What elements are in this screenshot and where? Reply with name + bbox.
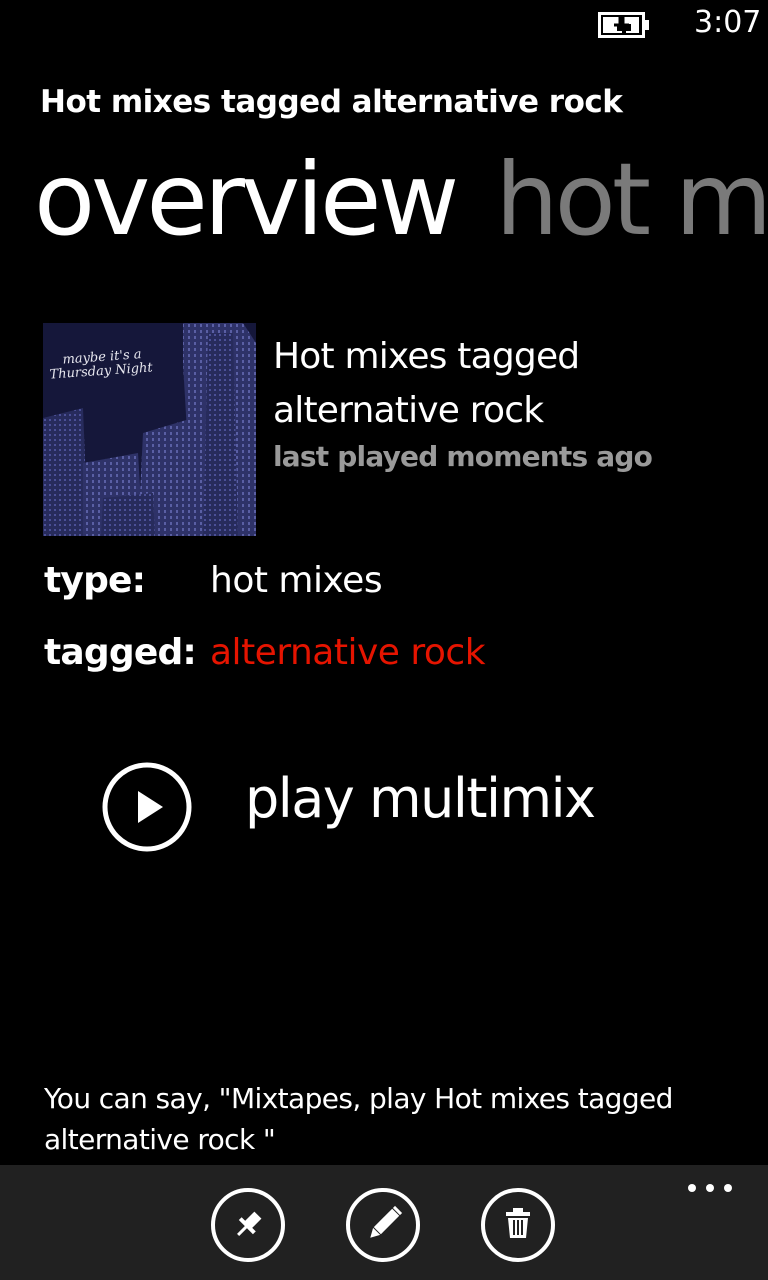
pin-icon[interactable]	[210, 1187, 286, 1263]
battery-charging-icon	[598, 12, 649, 38]
voice-command-hint: You can say, "Mixtapes, play Hot mixes t…	[44, 1082, 673, 1156]
edit-icon[interactable]	[345, 1187, 421, 1263]
pivot-header: overview hot m	[34, 140, 768, 260]
play-multimix-button[interactable]: play multimix	[245, 767, 596, 830]
pivot-tab-hot-mixes[interactable]: hot m	[495, 141, 768, 258]
play-circle-icon[interactable]	[102, 762, 192, 852]
pivot-tab-overview[interactable]: overview	[34, 141, 459, 258]
app-title: Hot mixes tagged alternative rock	[40, 84, 623, 120]
delete-icon[interactable]	[480, 1187, 556, 1263]
status-time: 3:07	[694, 5, 762, 40]
type-value: hot mixes	[210, 560, 383, 601]
tagged-label: tagged:	[44, 632, 197, 673]
album-art: maybe it's a Thursday Night	[43, 323, 256, 536]
status-bar: 3:07	[0, 0, 768, 50]
tagged-link[interactable]: alternative rock	[210, 632, 486, 673]
ellipsis-icon[interactable]	[686, 1179, 734, 1197]
mix-title: Hot mixes tagged alternative rock	[273, 336, 580, 431]
last-played-text: last played moments ago	[273, 440, 653, 473]
type-label: type:	[44, 560, 146, 601]
app-bar	[0, 1165, 768, 1280]
